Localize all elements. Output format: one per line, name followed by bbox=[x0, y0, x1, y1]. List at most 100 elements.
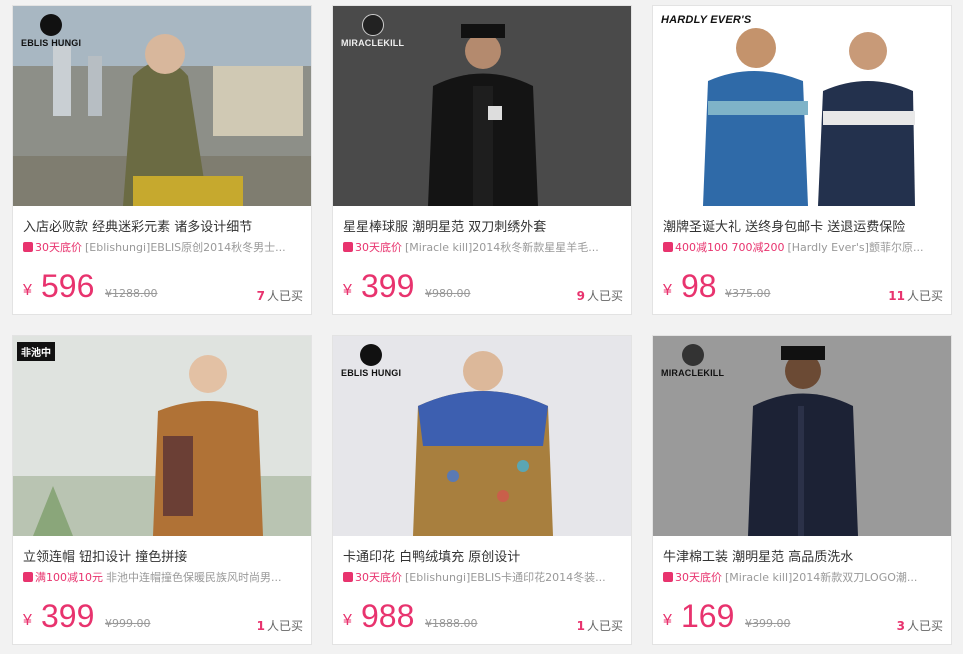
promo-line: 30天底价 [Eblishungi]EBLIS原创2014秋冬男士... bbox=[23, 239, 305, 255]
brand-logo: 非池中 bbox=[17, 342, 55, 361]
sold-label: 人已买 bbox=[586, 619, 623, 633]
currency-symbol: ¥ bbox=[23, 282, 32, 299]
promo-tag: 30天底价 bbox=[675, 571, 722, 584]
currency-symbol: ¥ bbox=[343, 282, 352, 299]
sold-number: 3 bbox=[896, 619, 905, 633]
product-title[interactable]: 牛津棉工装 潮明星范 高品质洗水 bbox=[663, 546, 853, 565]
brand-mark-icon bbox=[681, 344, 704, 366]
brand-mark-icon bbox=[361, 14, 384, 36]
product-image[interactable]: MIRACLEKILL bbox=[653, 336, 951, 536]
brand-logo: MIRACLEKILL bbox=[341, 14, 404, 48]
sold-count: 11 人已买 bbox=[888, 287, 943, 304]
promo-line: 400减100 700减200 [Hardly Ever's]颤菲尔原... bbox=[663, 239, 945, 255]
product-image[interactable]: EBLIS HUNGI bbox=[13, 6, 311, 206]
original-price: ¥375.00 bbox=[725, 287, 771, 300]
price-row: ¥ 399 ¥999.00 1 人已买 bbox=[23, 598, 303, 634]
promo-line: 30天底价 [Eblishungi]EBLIS卡通印花2014冬装... bbox=[343, 569, 625, 585]
sold-label: 人已买 bbox=[906, 619, 943, 633]
price: 988 bbox=[361, 598, 415, 634]
sold-number: 1 bbox=[576, 619, 585, 633]
gift-icon bbox=[23, 242, 33, 252]
brand-logo: EBLIS HUNGI bbox=[21, 14, 81, 48]
product-title[interactable]: 入店必败款 经典迷彩元素 诸多设计细节 bbox=[23, 216, 252, 235]
original-price: ¥399.00 bbox=[745, 617, 791, 630]
price: 98 bbox=[681, 268, 717, 304]
sold-label: 人已买 bbox=[266, 619, 303, 633]
product-card[interactable]: EBLIS HUNGI 卡通印花 白鸭绒填充 原创设计 30天底价 [Eblish… bbox=[332, 335, 632, 645]
promo-tag: 30天底价 bbox=[355, 571, 402, 584]
brand-name: MIRACLEKILL bbox=[661, 368, 725, 378]
promo-text: 非池中连帽撞色保暖民族风时尚男... bbox=[106, 571, 282, 584]
original-price: ¥1888.00 bbox=[425, 617, 478, 630]
brand-name: EBLIS HUNGI bbox=[341, 368, 402, 378]
original-price: ¥980.00 bbox=[425, 287, 471, 300]
product-image[interactable]: HARDLY EVER'S bbox=[653, 6, 951, 206]
currency-symbol: ¥ bbox=[23, 612, 32, 629]
promo-line: 满100减10元 非池中连帽撞色保暖民族风时尚男... bbox=[23, 569, 305, 585]
sold-label: 人已买 bbox=[906, 289, 943, 303]
promo-text: [Miracle kill]2014秋冬新款星星羊毛... bbox=[405, 241, 599, 254]
product-card[interactable]: HARDLY EVER'S 潮牌圣诞大礼 送终身包邮卡 送退运费保险 400减1… bbox=[652, 5, 952, 315]
price-row: ¥ 988 ¥1888.00 1 人已买 bbox=[343, 598, 623, 634]
sold-count: 3 人已买 bbox=[897, 617, 943, 634]
price: 169 bbox=[681, 598, 735, 634]
product-image[interactable]: MIRACLEKILL bbox=[333, 6, 631, 206]
promo-text: [Eblishungi]EBLIS卡通印花2014冬装... bbox=[405, 571, 606, 584]
brand-logo: MIRACLEKILL bbox=[661, 344, 724, 378]
product-title[interactable]: 卡通印花 白鸭绒填充 原创设计 bbox=[343, 546, 520, 565]
sold-number: 1 bbox=[256, 619, 265, 633]
promo-text: [Hardly Ever's]颤菲尔原... bbox=[787, 241, 924, 254]
product-card[interactable]: 非池中 立领连帽 钮扣设计 撞色拼接 满100减10元 非池中连帽撞色保暖民族风时… bbox=[12, 335, 312, 645]
product-card[interactable]: MIRACLEKILL 牛津棉工装 潮明星范 高品质洗水 30天底价 [Mirac… bbox=[652, 335, 952, 645]
price-row: ¥ 596 ¥1288.00 7 人已买 bbox=[23, 268, 303, 304]
sold-count: 1 人已买 bbox=[577, 617, 623, 634]
sold-number: 11 bbox=[888, 289, 905, 303]
price: 399 bbox=[361, 268, 415, 304]
price: 399 bbox=[41, 598, 95, 634]
sold-count: 1 人已买 bbox=[257, 617, 303, 634]
promo-tag: 30天底价 bbox=[355, 241, 402, 254]
gift-icon bbox=[343, 242, 353, 252]
gift-icon bbox=[343, 572, 353, 582]
brand-name: MIRACLEKILL bbox=[341, 38, 405, 48]
product-image[interactable]: EBLIS HUNGI bbox=[333, 336, 631, 536]
brand-mark-icon bbox=[40, 14, 63, 36]
original-price: ¥999.00 bbox=[105, 617, 151, 630]
original-price: ¥1288.00 bbox=[105, 287, 158, 300]
promo-tag: 满100减10元 bbox=[35, 571, 103, 584]
brand-name: HARDLY EVER'S bbox=[661, 14, 752, 26]
promo-text: [Eblishungi]EBLIS原创2014秋冬男士... bbox=[85, 241, 286, 254]
promo-tag: 30天底价 bbox=[35, 241, 82, 254]
product-title[interactable]: 潮牌圣诞大礼 送终身包邮卡 送退运费保险 bbox=[663, 216, 905, 235]
currency-symbol: ¥ bbox=[663, 282, 672, 299]
promo-line: 30天底价 [Miracle kill]2014秋冬新款星星羊毛... bbox=[343, 239, 625, 255]
sold-number: 9 bbox=[576, 289, 585, 303]
gift-icon bbox=[663, 242, 673, 252]
brand-name: EBLIS HUNGI bbox=[21, 38, 82, 48]
promo-line: 30天底价 [Miracle kill]2014新款双刀LOGO潮... bbox=[663, 569, 945, 585]
currency-symbol: ¥ bbox=[343, 612, 352, 629]
currency-symbol: ¥ bbox=[663, 612, 672, 629]
brand-mark-icon bbox=[360, 344, 383, 366]
price-row: ¥ 169 ¥399.00 3 人已买 bbox=[663, 598, 943, 634]
brand-logo: HARDLY EVER'S bbox=[661, 14, 751, 26]
product-title[interactable]: 星星棒球服 潮明星范 双刀刺绣外套 bbox=[343, 216, 546, 235]
sold-label: 人已买 bbox=[586, 289, 623, 303]
promo-text: [Miracle kill]2014新款双刀LOGO潮... bbox=[725, 571, 918, 584]
price: 596 bbox=[41, 268, 95, 304]
sold-count: 7 人已买 bbox=[257, 287, 303, 304]
product-grid: EBLIS HUNGI 入店必败款 经典迷彩元素 诸多设计细节 30天底价 [Eb… bbox=[0, 0, 963, 654]
gift-icon bbox=[663, 572, 673, 582]
brand-logo: EBLIS HUNGI bbox=[341, 344, 401, 378]
sold-label: 人已买 bbox=[266, 289, 303, 303]
gift-icon bbox=[23, 572, 33, 582]
promo-tag: 400减100 700减200 bbox=[675, 241, 785, 254]
product-image[interactable]: 非池中 bbox=[13, 336, 311, 536]
price-row: ¥ 399 ¥980.00 9 人已买 bbox=[343, 268, 623, 304]
product-title[interactable]: 立领连帽 钮扣设计 撞色拼接 bbox=[23, 546, 187, 565]
sold-count: 9 人已买 bbox=[577, 287, 623, 304]
product-card[interactable]: EBLIS HUNGI 入店必败款 经典迷彩元素 诸多设计细节 30天底价 [Eb… bbox=[12, 5, 312, 315]
product-card[interactable]: MIRACLEKILL 星星棒球服 潮明星范 双刀刺绣外套 30天底价 [Mira… bbox=[332, 5, 632, 315]
sold-number: 7 bbox=[256, 289, 265, 303]
price-row: ¥ 98 ¥375.00 11 人已买 bbox=[663, 268, 943, 304]
